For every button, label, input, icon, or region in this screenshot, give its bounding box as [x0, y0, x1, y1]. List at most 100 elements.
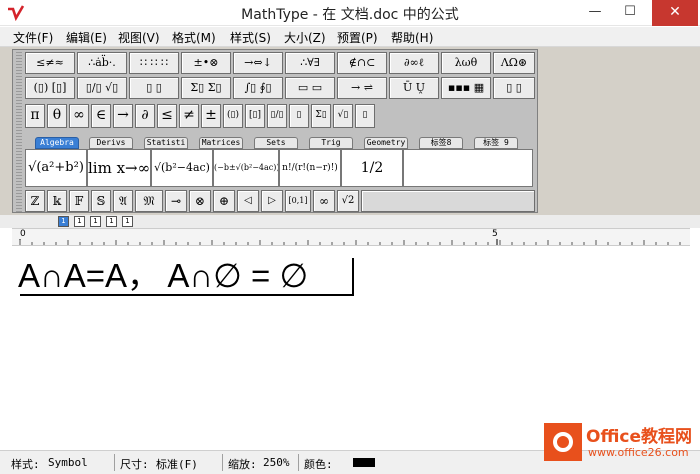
- right-tab-stop-button[interactable]: 1: [90, 216, 101, 227]
- menu-edit[interactable]: 编辑(E): [66, 29, 107, 46]
- grid-template-button[interactable]: ▯: [355, 104, 375, 128]
- toolbar-area: ≤≠≈ ∴ȧb̈·. ∷ ∷ ∷ ±•⊗ →⇔↓ ∴∀∃ ∉∩⊂ ∂∞ℓ λωθ…: [0, 47, 700, 215]
- theta-symbol-button[interactable]: θ: [47, 104, 67, 128]
- right-triangle-symbol-button[interactable]: ▷: [261, 190, 283, 212]
- multimap-symbol-button[interactable]: ⊸: [165, 190, 187, 212]
- template-sqrt-discriminant[interactable]: √(b²−4ac): [151, 149, 213, 187]
- sqrt-template-button[interactable]: √▯: [333, 104, 353, 128]
- watermark-name: Office教程网: [586, 427, 693, 447]
- relations-palette-button[interactable]: ≤≠≈: [25, 52, 75, 74]
- template-quadratic-formula[interactable]: (−b±√(b²−4ac))/2a: [213, 149, 279, 187]
- pi-symbol-button[interactable]: π: [25, 104, 45, 128]
- subscript-superscript-palette-button[interactable]: ▯ ▯: [129, 77, 179, 99]
- fractions-radicals-palette-button[interactable]: ▯/▯ √▯: [77, 77, 127, 99]
- user-palette-empty[interactable]: [361, 190, 535, 212]
- menu-preferences[interactable]: 预置(P): [337, 29, 378, 46]
- fraktur-m-symbol-button[interactable]: 𝔐: [135, 190, 163, 212]
- sum-template-button[interactable]: Σ▯: [311, 104, 331, 128]
- matrices-palette-button[interactable]: ▪▪▪ ▦: [441, 77, 491, 99]
- tab-sets[interactable]: Sets: [254, 137, 298, 149]
- embellishments-palette-button[interactable]: ∷ ∷ ∷: [129, 52, 179, 74]
- circled-plus-symbol-button[interactable]: ⊕: [213, 190, 235, 212]
- maximize-button[interactable]: ☐: [615, 0, 645, 26]
- menu-help[interactable]: 帮助(H): [391, 29, 433, 46]
- formula-underline: [20, 294, 354, 296]
- misc-symbols-palette-button[interactable]: ∂∞ℓ: [389, 52, 439, 74]
- greek-uppercase-palette-button[interactable]: ΛΩ⊛: [493, 52, 535, 74]
- fraktur-a-symbol-button[interactable]: 𝔄: [113, 190, 133, 212]
- menu-style[interactable]: 样式(S): [230, 29, 271, 46]
- sqrt-two-symbol-button[interactable]: √2: [337, 190, 359, 212]
- menu-format[interactable]: 格式(M): [172, 29, 216, 46]
- set-theory-palette-button[interactable]: ∉∩⊂: [337, 52, 387, 74]
- tab-matrices[interactable]: Matrices: [199, 137, 243, 149]
- status-style-value: Symbol: [48, 456, 88, 469]
- toolbar-grip[interactable]: [16, 52, 22, 212]
- operators-palette-button[interactable]: ±•⊗: [181, 52, 231, 74]
- decimal-tab-stop-button[interactable]: 1: [122, 216, 133, 227]
- infinity-symbol-button[interactable]: ∞: [69, 104, 89, 128]
- ruler-mark-five: 5: [492, 229, 498, 239]
- circled-times-symbol-button[interactable]: ⊗: [189, 190, 211, 212]
- right-arrow-symbol-button[interactable]: →: [113, 104, 133, 128]
- relation-tab-stop-button[interactable]: 1: [106, 216, 117, 227]
- left-tab-stop-button[interactable]: 1: [58, 216, 69, 227]
- integers-symbol-button[interactable]: ℤ: [25, 190, 45, 212]
- superscript-template-button[interactable]: ▯: [289, 104, 309, 128]
- brackets-template-button[interactable]: [▯]: [245, 104, 265, 128]
- arrows-palette-button[interactable]: →⇔↓: [233, 52, 283, 74]
- integrals-palette-button[interactable]: ∫▯ ∮▯: [233, 77, 283, 99]
- tab-label-9[interactable]: 标签 9: [474, 137, 518, 149]
- minimize-button[interactable]: —: [580, 0, 610, 26]
- template-one-half[interactable]: 1/2: [341, 149, 403, 187]
- template-combination[interactable]: n!/(r!(n−r)!): [279, 149, 341, 187]
- boxes-palette-button[interactable]: ▯ ▯: [493, 77, 535, 99]
- status-zoom-label: 缩放:: [228, 458, 257, 471]
- template-sqrt-sum-squares[interactable]: √(a²+b²): [25, 149, 87, 187]
- field-k-symbol-button[interactable]: 𝕜: [47, 190, 67, 212]
- tab-algebra[interactable]: Algebra: [35, 137, 79, 149]
- partial-symbol-button[interactable]: ∂: [135, 104, 155, 128]
- summation-palette-button[interactable]: Σ▯ Σ▯: [181, 77, 231, 99]
- spaces-ellipses-palette-button[interactable]: ∴ȧb̈·.: [77, 52, 127, 74]
- status-size-value: 标准(F): [156, 458, 198, 471]
- symbol-palette-panel: ≤≠≈ ∴ȧb̈·. ∷ ∷ ∷ ±•⊗ →⇔↓ ∴∀∃ ∉∩⊂ ∂∞ℓ λωθ…: [12, 49, 538, 213]
- office-logo-icon: [544, 423, 582, 461]
- center-tab-stop-button[interactable]: 1: [74, 216, 85, 227]
- tab-derivs[interactable]: Derivs: [89, 137, 133, 149]
- set-s-symbol-button[interactable]: 𝕊: [91, 190, 111, 212]
- less-equal-symbol-button[interactable]: ≤: [157, 104, 177, 128]
- close-button[interactable]: ✕: [652, 0, 698, 26]
- tab-trig[interactable]: Trig: [309, 137, 353, 149]
- plus-minus-symbol-button[interactable]: ±: [201, 104, 221, 128]
- tab-geometry[interactable]: Geometry: [364, 137, 408, 149]
- greek-lowercase-palette-button[interactable]: λωθ: [441, 52, 491, 74]
- element-of-symbol-button[interactable]: ∈: [91, 104, 111, 128]
- status-size-label: 尺寸:: [120, 458, 149, 471]
- equation-formula[interactable]: A∩A=A， A∩∅ = ∅: [18, 256, 308, 296]
- field-f-symbol-button[interactable]: 𝔽: [69, 190, 89, 212]
- status-separator: [222, 454, 223, 471]
- template-limit[interactable]: lim x→∞: [87, 149, 151, 187]
- tab-label-8[interactable]: 标签8: [419, 137, 463, 149]
- menu-view[interactable]: 视图(V): [118, 29, 160, 46]
- tab-statistics[interactable]: Statisti: [144, 137, 188, 149]
- parentheses-template-button[interactable]: (▯): [223, 104, 243, 128]
- labeled-arrows-palette-button[interactable]: → ⇌: [337, 77, 387, 99]
- closed-interval-template-button[interactable]: [0,1]: [285, 190, 311, 212]
- fences-palette-button[interactable]: (▯) [▯]: [25, 77, 75, 99]
- ruler-mark-zero: 0: [20, 229, 26, 239]
- menu-file[interactable]: 文件(F): [13, 29, 53, 46]
- underbar-overbar-palette-button[interactable]: ▭ ▭: [285, 77, 335, 99]
- ruler[interactable]: 0 5: [12, 228, 690, 246]
- products-palette-button[interactable]: Ū Ṷ: [389, 77, 439, 99]
- fraction-template-button[interactable]: ▯/▯: [267, 104, 287, 128]
- template-empty-slot[interactable]: [403, 149, 533, 187]
- infinity-small-symbol-button[interactable]: ∞: [313, 190, 335, 212]
- menu-size[interactable]: 大小(Z): [284, 29, 326, 46]
- status-separator: [114, 454, 115, 471]
- logic-palette-button[interactable]: ∴∀∃: [285, 52, 335, 74]
- not-equal-symbol-button[interactable]: ≠: [179, 104, 199, 128]
- left-triangle-symbol-button[interactable]: ◁: [237, 190, 259, 212]
- menu-bar: 文件(F) 编辑(E) 视图(V) 格式(M) 样式(S) 大小(Z) 预置(P…: [0, 27, 700, 47]
